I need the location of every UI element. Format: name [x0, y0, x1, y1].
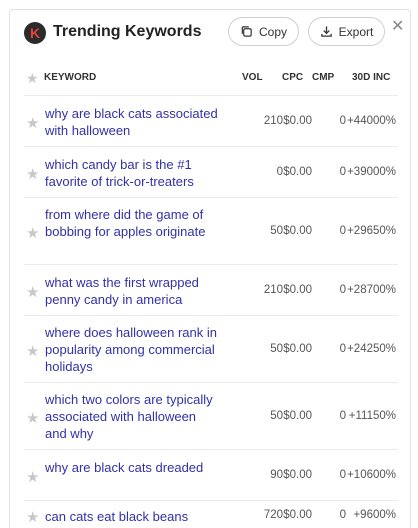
cmp-cell: 0 — [339, 115, 346, 127]
table-header: ★ KEYWORD VOL CPC CMP 30D INC — [10, 67, 410, 89]
inc-cell: +24250% — [347, 343, 396, 355]
inc-cell: +28700% — [347, 284, 396, 296]
cpc-cell: $0.00 — [283, 469, 312, 481]
cpc-cell: $0.00 — [283, 410, 312, 422]
table-row: ★ why are black cats associated with hall… — [24, 95, 398, 146]
inc-cell: +44000% — [347, 115, 396, 127]
vol-cell: 720 — [263, 509, 283, 521]
copy-icon — [241, 26, 252, 37]
keyword-link[interactable]: why are black cats associated with hallo… — [45, 105, 220, 139]
cmp-cell: 0 — [339, 166, 346, 178]
panel-title: Trending Keywords — [53, 23, 202, 40]
table-row: ★ which candy bar is the #1 favorite of t… — [24, 146, 398, 197]
inc-cell: +10600% — [347, 469, 396, 481]
star-icon[interactable]: ★ — [26, 165, 39, 183]
table-row: ★ what was the first wrapped penny candy … — [24, 264, 398, 315]
table-row: ★ which two colors are typically associat… — [24, 382, 398, 449]
vol-cell: 210 — [263, 284, 283, 296]
cpc-cell: $0.00 — [283, 166, 312, 178]
star-icon[interactable]: ★ — [26, 409, 39, 427]
inc-cell: +9600% — [353, 509, 396, 521]
export-button[interactable]: Export — [308, 17, 385, 46]
column-cmp[interactable]: CMP — [312, 72, 334, 83]
vol-cell: 0 — [276, 166, 283, 178]
star-icon[interactable]: ★ — [26, 283, 39, 301]
table-row: ★ from where did the game of bobbing for … — [24, 197, 398, 264]
cpc-cell: $0.00 — [283, 284, 312, 296]
star-header-icon[interactable]: ★ — [26, 70, 39, 87]
inc-cell: +11150% — [348, 410, 396, 422]
export-button-label: Export — [338, 24, 374, 39]
vol-cell: 90 — [270, 469, 283, 481]
copy-button[interactable]: Copy — [228, 17, 299, 46]
cpc-cell: $0.00 — [283, 343, 312, 355]
star-icon[interactable]: ★ — [26, 468, 39, 486]
column-keyword[interactable]: KEYWORD — [44, 72, 96, 83]
cpc-cell: $0.00 — [283, 225, 312, 237]
star-icon[interactable]: ★ — [26, 224, 39, 242]
keyword-link[interactable]: which two colors are typically associate… — [45, 391, 220, 442]
column-vol[interactable]: VOL — [242, 72, 263, 83]
star-icon[interactable]: ★ — [26, 114, 39, 132]
star-icon[interactable]: ★ — [26, 508, 39, 526]
vol-cell: 210 — [263, 115, 283, 127]
cmp-cell: 0 — [339, 469, 346, 481]
keyword-link[interactable]: from where did the game of bobbing for a… — [45, 206, 220, 240]
panel-header: K Trending Keywords Copy Export ✕ — [10, 10, 410, 60]
trending-keywords-panel: K Trending Keywords Copy Export ✕ ★ KEYW… — [9, 9, 411, 528]
inc-cell: +39000% — [347, 166, 396, 178]
cmp-cell: 0 — [339, 225, 346, 237]
cmp-cell: 0 — [339, 284, 346, 296]
close-icon[interactable]: ✕ — [391, 16, 404, 36]
keywords-logo-icon: K — [24, 22, 46, 44]
column-cpc[interactable]: CPC — [282, 72, 303, 83]
copy-button-label: Copy — [258, 24, 287, 39]
cmp-cell: 0 — [339, 343, 346, 355]
keyword-link[interactable]: what was the first wrapped penny candy i… — [45, 274, 220, 308]
column-30d-inc[interactable]: 30D INC — [352, 72, 390, 83]
vol-cell: 50 — [270, 225, 283, 237]
keyword-link[interactable]: where does halloween rank in popularity … — [45, 324, 220, 375]
inc-cell: +29650% — [347, 225, 396, 237]
table-row: ★ where does halloween rank in popularity… — [24, 315, 398, 382]
star-icon[interactable]: ★ — [26, 342, 39, 360]
keyword-link[interactable]: which candy bar is the #1 favorite of tr… — [45, 156, 220, 190]
download-icon — [320, 26, 332, 37]
cmp-cell: 0 — [339, 410, 346, 422]
cpc-cell: $0.00 — [283, 509, 312, 521]
table-row: ★ why are black cats dreaded 90 $0.00 0 +1060… — [24, 449, 398, 500]
keyword-link[interactable]: why are black cats dreaded — [45, 459, 220, 476]
keyword-link[interactable]: can cats eat black beans — [45, 508, 220, 525]
vol-cell: 50 — [270, 343, 283, 355]
vol-cell: 50 — [270, 410, 283, 422]
keyword-table-body: ★ why are black cats associated with hall… — [24, 95, 398, 528]
table-row: ★ can cats eat black beans 720 $0.00 0 +9600% — [24, 500, 398, 528]
cmp-cell: 0 — [339, 509, 346, 521]
cpc-cell: $0.00 — [283, 115, 312, 127]
